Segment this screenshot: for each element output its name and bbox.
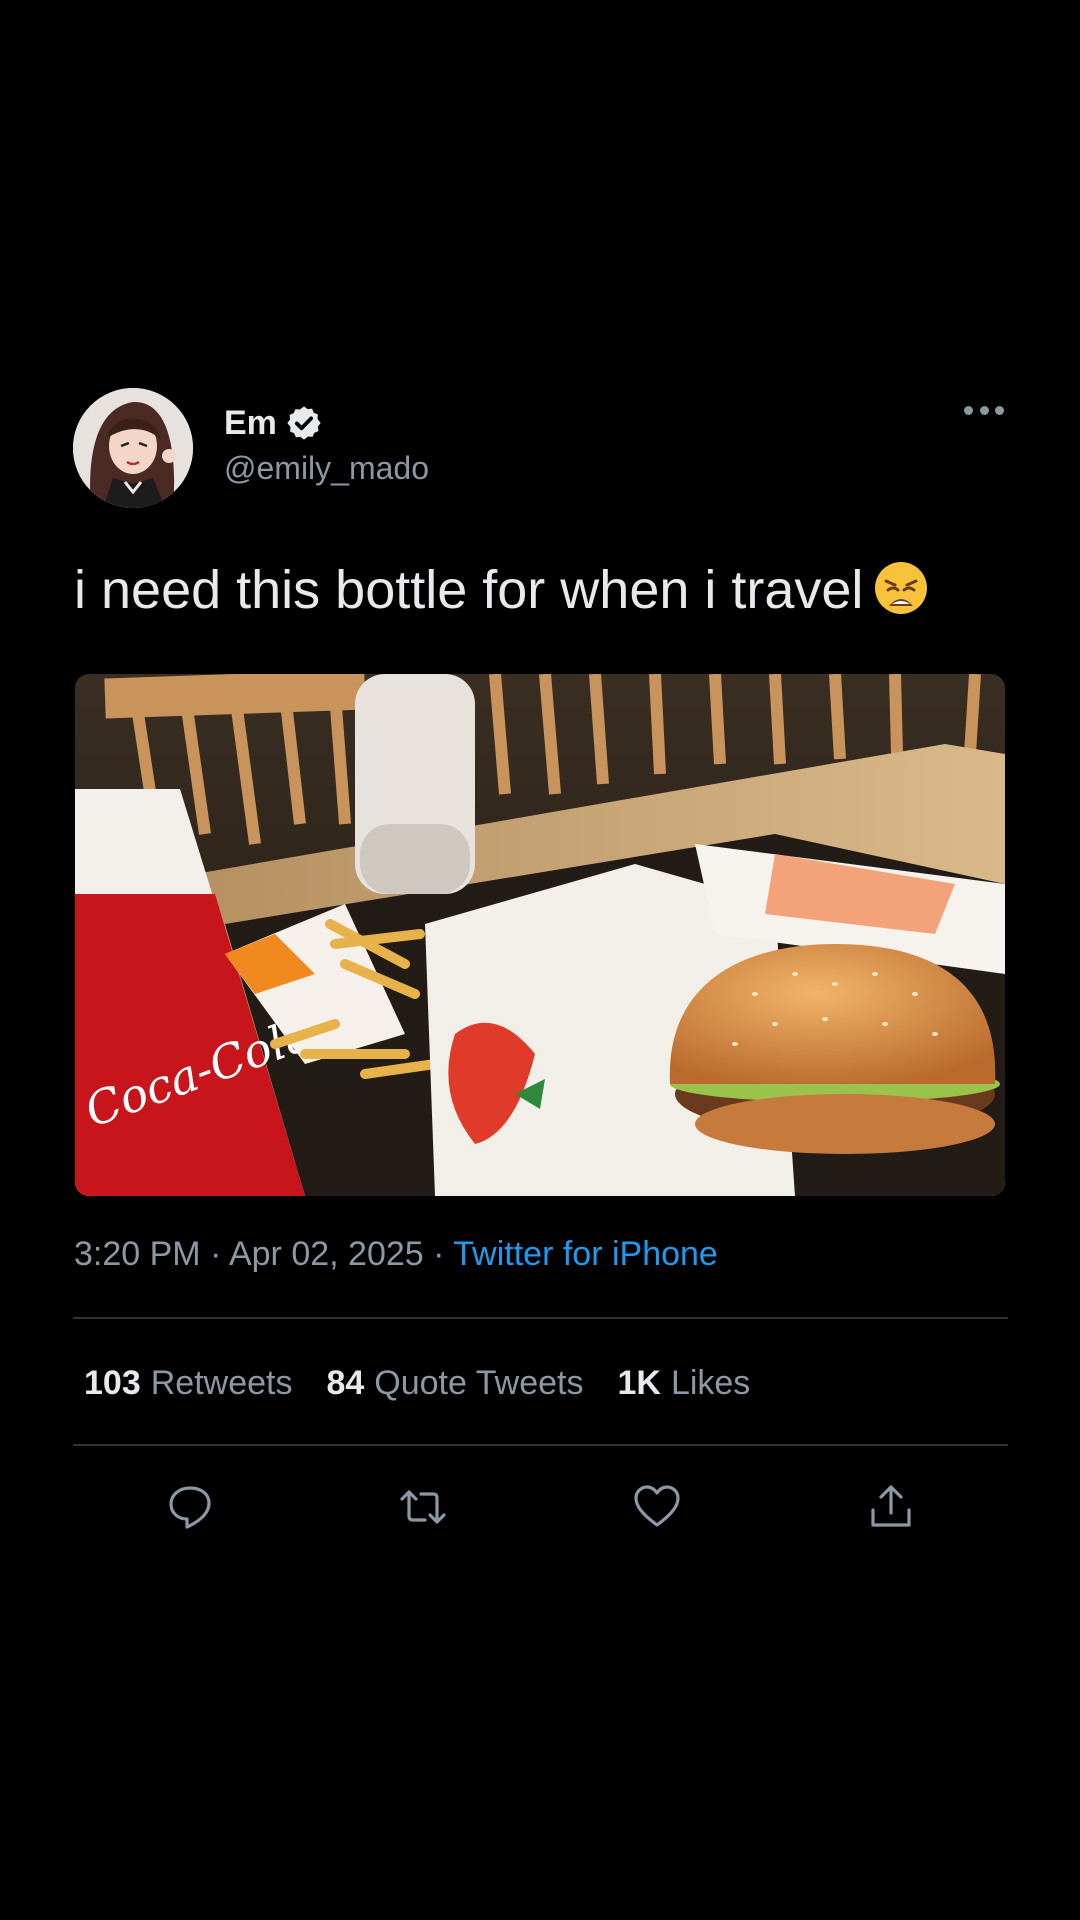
share-icon[interactable] <box>866 1482 916 1532</box>
reply-icon[interactable] <box>165 1482 215 1532</box>
meta-separator: · <box>200 1235 229 1273</box>
like-icon[interactable] <box>632 1482 682 1532</box>
display-name[interactable]: Em <box>224 406 277 440</box>
tweet-body: i need this bottle for when i travel <box>74 560 864 620</box>
quote-tweets-label: Quote Tweets <box>374 1364 584 1402</box>
engagement-stats: 103 Retweets 84 Quote Tweets 1K Likes <box>84 1366 784 1400</box>
user-handle[interactable]: @emily_mado <box>224 452 429 484</box>
retweets-label: Retweets <box>150 1364 293 1402</box>
likes-count: 1K <box>617 1364 661 1402</box>
tweet-time[interactable]: 3:20 PM <box>74 1235 201 1273</box>
avatar[interactable] <box>73 388 193 508</box>
more-dot <box>995 405 1004 415</box>
weary-face-emoji-icon <box>873 560 929 616</box>
retweets-stat[interactable]: 103 Retweets <box>84 1366 292 1400</box>
avatar-image <box>73 388 193 508</box>
divider <box>73 1317 1008 1319</box>
author-name-row[interactable]: Em <box>224 404 323 442</box>
meta-separator: · <box>423 1235 454 1273</box>
quote-tweets-stat[interactable]: 84 Quote Tweets <box>326 1366 583 1400</box>
quote-tweets-count: 84 <box>326 1364 365 1402</box>
food-photo-image: Coca-Cola <box>75 674 1005 1196</box>
tweet-date[interactable]: Apr 02, 2025 <box>229 1235 424 1273</box>
more-dot <box>964 405 973 415</box>
more-dot <box>979 405 989 415</box>
likes-stat[interactable]: 1K Likes <box>617 1366 750 1400</box>
retweet-icon[interactable] <box>398 1482 448 1532</box>
divider <box>73 1444 1008 1446</box>
tweet-meta: 3:20 PM · Apr 02, 2025 · Twitter for iPh… <box>74 1237 718 1271</box>
retweets-count: 103 <box>84 1364 141 1402</box>
tweet-photo[interactable]: Coca-Cola <box>75 674 1005 1196</box>
verified-badge-icon <box>287 406 321 440</box>
tweet-text: i need this bottle for when i travel <box>74 560 929 617</box>
likes-label: Likes <box>670 1364 751 1402</box>
action-bar <box>0 1482 1080 1532</box>
tweet-source-link[interactable]: Twitter for iPhone <box>453 1235 718 1273</box>
more-options-icon[interactable] <box>964 400 1004 420</box>
